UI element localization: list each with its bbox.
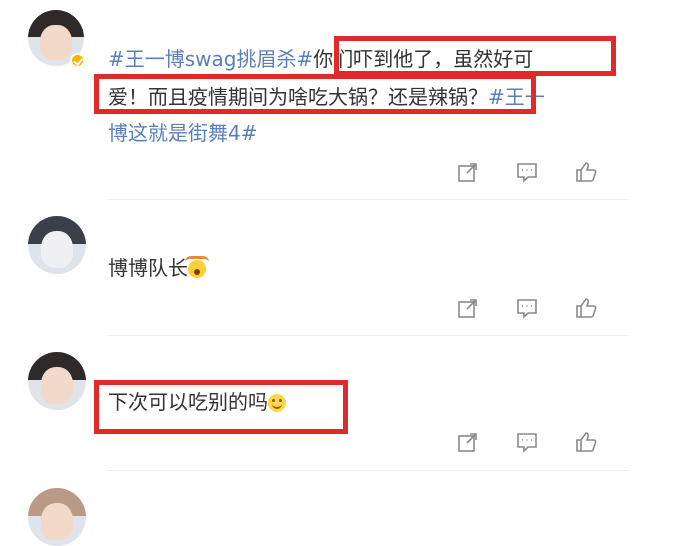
like-icon[interactable]	[574, 160, 598, 184]
share-icon[interactable]	[456, 430, 480, 454]
comment-icon[interactable]	[515, 430, 539, 454]
topic-link[interactable]: 博这就是街舞4#	[108, 115, 257, 151]
avatar[interactable]	[28, 216, 86, 274]
comment-icon[interactable]	[515, 160, 539, 184]
highlight-box	[94, 74, 536, 114]
divider	[108, 470, 628, 471]
avatar[interactable]	[28, 352, 86, 410]
divider	[108, 335, 628, 336]
highlight-box	[334, 36, 616, 76]
verified-badge-icon	[70, 53, 85, 68]
highlight-box	[94, 380, 348, 434]
share-icon[interactable]	[456, 160, 480, 184]
like-icon[interactable]	[574, 296, 598, 320]
avatar[interactable]	[28, 488, 86, 546]
wow-emoji-icon	[185, 256, 209, 278]
like-icon[interactable]	[574, 430, 598, 454]
comment-body: 博博队长	[108, 256, 188, 280]
comment-text: 博博队长	[108, 250, 209, 286]
share-icon[interactable]	[456, 296, 480, 320]
divider	[108, 199, 628, 200]
comment-icon[interactable]	[515, 296, 539, 320]
topic-link[interactable]: #王一博swag挑眉杀#	[108, 47, 313, 71]
